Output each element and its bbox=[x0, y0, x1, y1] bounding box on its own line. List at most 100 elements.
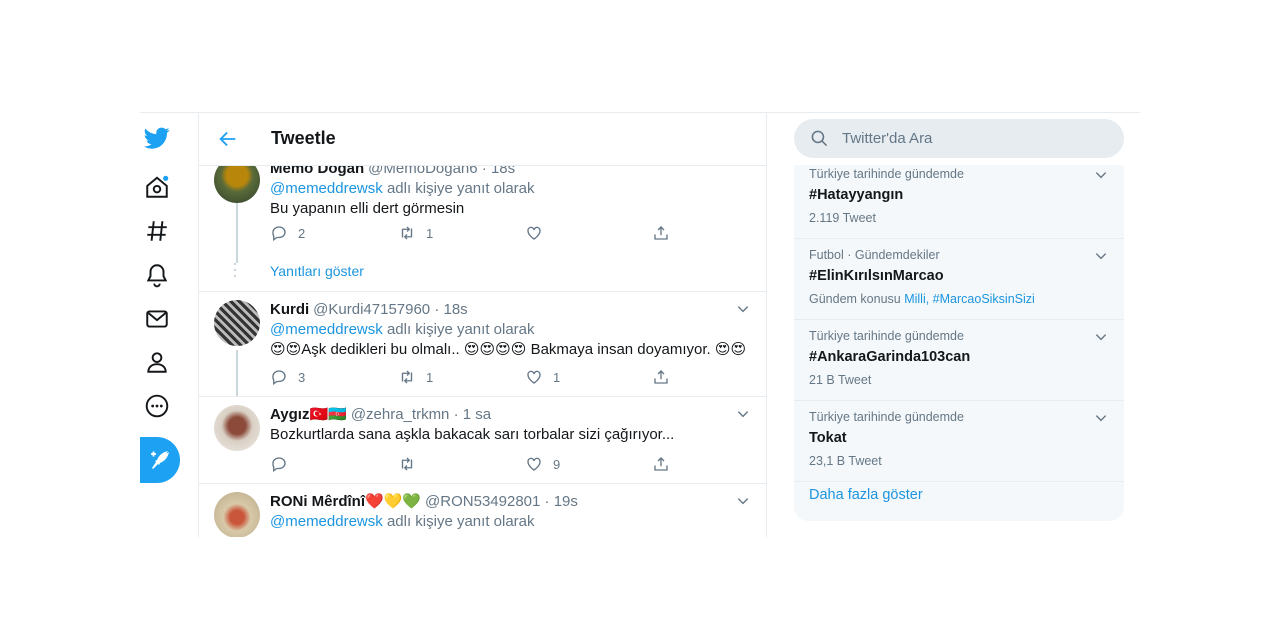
tweet[interactable]: Kurdi @Kurdi47157960 · 18s @memeddrewsk a… bbox=[199, 292, 766, 397]
search-input[interactable]: Twitter'da Ara bbox=[842, 130, 932, 147]
right-sidebar: Twitter'da Ara Türkiye tarihinde gündemd… bbox=[765, 113, 1140, 537]
tweet-body: Kurdi @Kurdi47157960 · 18s @memeddrewsk a… bbox=[270, 300, 750, 360]
author-name[interactable]: Kurdi bbox=[270, 301, 309, 318]
trend-name[interactable]: #AnkaraGarinda103can bbox=[809, 349, 970, 365]
reply-icon bbox=[272, 457, 286, 473]
heart-icon bbox=[527, 370, 541, 384]
chevron-down-icon[interactable] bbox=[1094, 249, 1108, 263]
tweet-body: Memo Doğan @MemoDogan6 · 18s @memeddrewsk… bbox=[270, 159, 750, 219]
trend-meta: Türkiye tarihinde gündemde bbox=[809, 410, 964, 424]
reply-mention[interactable]: @memeddrewsk bbox=[270, 321, 383, 338]
tweet-header: Kurdi @Kurdi47157960 · 18s bbox=[270, 300, 750, 320]
trend-name[interactable]: Tokat bbox=[809, 430, 847, 446]
share-icon bbox=[654, 226, 668, 240]
reply-button[interactable] bbox=[270, 455, 298, 473]
search-icon bbox=[811, 130, 828, 147]
tweet-body: RONi Mêrdînî❤️💛💚 @RON53492801 · 19s @meme… bbox=[270, 492, 750, 532]
tweet[interactable]: RONi Mêrdînî❤️💛💚 @RON53492801 · 19s @meme… bbox=[199, 484, 766, 537]
trend-related-links[interactable]: Milli, #MarcaoSiksinSizi bbox=[904, 292, 1035, 306]
trend-item[interactable]: Türkiye tarihinde gündemde #AnkaraGarind… bbox=[794, 319, 1124, 401]
reply-context: @memeddrewsk adlı kişiye yanıt olarak bbox=[270, 179, 750, 199]
more-icon[interactable] bbox=[140, 389, 174, 423]
retweet-icon bbox=[401, 457, 413, 471]
twitter-bird-icon[interactable] bbox=[140, 121, 174, 155]
retweet-count: 1 bbox=[426, 369, 434, 385]
chevron-down-icon[interactable] bbox=[736, 494, 750, 508]
like-button[interactable] bbox=[525, 224, 553, 242]
tweet-header: Aygız🇹🇷🇦🇿 @zehra_trkmn · 1 sa bbox=[270, 405, 750, 425]
trend-meta: Türkiye tarihinde gündemde bbox=[809, 329, 964, 343]
avatar[interactable] bbox=[214, 300, 260, 346]
reply-icon bbox=[272, 226, 286, 242]
tweet-text: Bozkurtlarda sana aşkla bakacak sarı tor… bbox=[270, 426, 675, 443]
home-icon[interactable] bbox=[140, 170, 174, 204]
reply-count: 2 bbox=[298, 225, 306, 241]
mail-icon[interactable] bbox=[140, 302, 174, 336]
profile-icon[interactable] bbox=[140, 345, 174, 379]
avatar[interactable] bbox=[214, 405, 260, 451]
thread-line bbox=[236, 203, 238, 263]
retweet-button[interactable] bbox=[398, 455, 426, 473]
back-arrow-icon[interactable] bbox=[215, 126, 241, 152]
retweet-icon bbox=[401, 226, 413, 240]
twitter-app: Tweetle Memo Doğan @MemoDogan6 · 18s @mem… bbox=[140, 112, 1140, 537]
tweet-actions: 2 1 bbox=[270, 224, 670, 244]
reply-button[interactable]: 3 bbox=[270, 368, 305, 386]
compose-tweet-icon bbox=[151, 451, 169, 469]
chevron-down-icon[interactable] bbox=[1094, 411, 1108, 425]
share-icon bbox=[654, 370, 668, 384]
like-count: 1 bbox=[553, 369, 561, 385]
trend-count: 23,1 B Tweet bbox=[809, 454, 882, 468]
bell-icon[interactable] bbox=[140, 258, 174, 292]
reply-suffix: adlı kişiye yanıt olarak bbox=[386, 180, 535, 197]
trend-meta: Futbol · Gündemdekiler bbox=[809, 248, 940, 262]
reply-context: @memeddrewsk adlı kişiye yanıt olarak bbox=[270, 512, 750, 532]
search-bar[interactable]: Twitter'da Ara bbox=[794, 119, 1124, 158]
tweet-actions: 3 1 1 bbox=[270, 368, 670, 388]
reply-mention[interactable]: @memeddrewsk bbox=[270, 513, 383, 530]
hashtag-icon[interactable] bbox=[140, 214, 174, 248]
share-button[interactable] bbox=[652, 224, 680, 242]
reply-mention[interactable]: @memeddrewsk bbox=[270, 180, 383, 197]
retweet-button[interactable]: 1 bbox=[398, 368, 433, 386]
reply-suffix: adlı kişiye yanıt olarak bbox=[386, 321, 535, 338]
compose-tweet-button[interactable] bbox=[140, 437, 180, 483]
tweet-text-part: 😍😍Aşk dedikleri bu olmalı.. 😍😍😍😍 bbox=[270, 341, 527, 358]
chevron-down-icon[interactable] bbox=[736, 302, 750, 316]
thread-line bbox=[236, 350, 238, 396]
trend-item[interactable]: Türkiye tarihinde gündemde Tokat 23,1 B … bbox=[794, 400, 1124, 482]
tweet-time[interactable]: · 19s bbox=[545, 493, 578, 510]
tweet[interactable]: Memo Doğan @MemoDogan6 · 18s @memeddrewsk… bbox=[199, 153, 766, 292]
author-name[interactable]: Aygız🇹🇷🇦🇿 bbox=[270, 406, 347, 423]
share-icon bbox=[654, 457, 668, 471]
tweet-time[interactable]: · 18s bbox=[434, 301, 467, 318]
author-name[interactable]: RONi Mêrdînî❤️💛💚 bbox=[270, 493, 421, 510]
trend-count-prefix: Gündem konusu bbox=[809, 292, 901, 306]
show-more-link[interactable]: Daha fazla göster bbox=[809, 487, 923, 503]
tweet[interactable]: Aygız🇹🇷🇦🇿 @zehra_trkmn · 1 sa Bozkurtlard… bbox=[199, 397, 766, 484]
chevron-down-icon[interactable] bbox=[736, 407, 750, 421]
reply-context: @memeddrewsk adlı kişiye yanıt olarak bbox=[270, 320, 750, 340]
reply-count: 3 bbox=[298, 369, 306, 385]
thread-dots-icon bbox=[233, 262, 237, 278]
share-button[interactable] bbox=[652, 368, 680, 386]
share-button[interactable] bbox=[652, 455, 680, 473]
chevron-down-icon[interactable] bbox=[1094, 168, 1108, 182]
retweet-button[interactable]: 1 bbox=[398, 224, 433, 242]
author-handle: @zehra_trkmn bbox=[350, 406, 450, 423]
reply-icon bbox=[272, 370, 286, 386]
trend-item[interactable]: Futbol · Gündemdekiler #ElinKırılsınMarc… bbox=[794, 238, 1124, 320]
trend-item[interactable]: Türkiye tarihinde gündemde #Hatayyangın … bbox=[794, 165, 1124, 239]
chevron-down-icon[interactable] bbox=[1094, 330, 1108, 344]
avatar[interactable] bbox=[214, 492, 260, 537]
trend-name[interactable]: #ElinKırılsınMarcao bbox=[809, 268, 944, 284]
trend-name[interactable]: #Hatayyangın bbox=[809, 187, 903, 203]
trends-panel: Türkiye tarihinde gündemde #Hatayyangın … bbox=[794, 165, 1124, 521]
author-handle: @RON53492801 bbox=[425, 493, 541, 510]
reply-button[interactable]: 2 bbox=[270, 224, 305, 242]
tweet-time[interactable]: · 1 sa bbox=[454, 406, 492, 423]
like-button[interactable]: 1 bbox=[525, 368, 560, 386]
page-title: Tweetle bbox=[271, 128, 336, 148]
like-button[interactable]: 9 bbox=[525, 455, 560, 473]
show-replies-link[interactable]: Yanıtları göster bbox=[270, 263, 364, 279]
